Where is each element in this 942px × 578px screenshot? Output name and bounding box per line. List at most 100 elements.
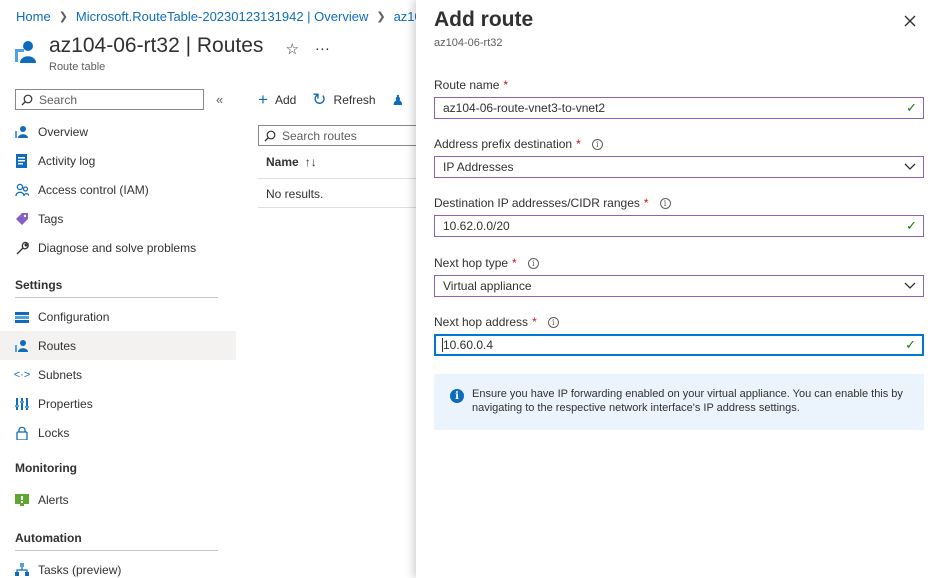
sidebar-item-locks[interactable]: Locks [0, 418, 236, 447]
next-hop-type-label: Next hop type [434, 256, 509, 270]
wrench-icon [15, 241, 29, 255]
info-icon[interactable]: i [527, 257, 539, 269]
favorite-star-icon[interactable]: ☆ [285, 40, 298, 58]
add-label: Add [274, 92, 297, 107]
next-hop-address-field: Next hop address * i 10.60.0.4 ✓ [434, 315, 924, 356]
sidebar-item-tasks[interactable]: Tasks (preview) [0, 555, 236, 578]
activity-log-icon [15, 153, 29, 168]
info-banner-text: Ensure you have IP forwarding enabled on… [472, 388, 903, 414]
checkmark-icon: ✓ [906, 218, 917, 233]
chevron-right-icon: ❯ [376, 11, 386, 23]
refresh-icon: ↻ [312, 90, 327, 109]
destination-ip-input[interactable]: 10.62.0.0/20 ✓ [434, 215, 924, 237]
sidebar-item-diagnose[interactable]: Diagnose and solve problems [0, 233, 236, 262]
route-table-icon [14, 39, 40, 65]
route-name-label: Route name [434, 78, 500, 92]
required-indicator: * [576, 137, 581, 151]
route-name-input[interactable]: az104-06-route-vnet3-to-vnet2 ✓ [434, 97, 924, 119]
refresh-label: Refresh [333, 92, 376, 107]
route-table-icon [15, 125, 29, 139]
chevron-down-icon [904, 163, 916, 170]
ip-forwarding-info-banner: i Ensure you have IP forwarding enabled … [434, 374, 924, 430]
sidebar-item-label: Tasks (preview) [38, 562, 122, 577]
info-icon[interactable]: i [659, 197, 671, 209]
page-title: az104-06-rt32 | Routes [49, 34, 264, 57]
sidebar-section-settings: Settings [0, 262, 236, 298]
next-hop-type-dropdown[interactable]: Virtual appliance [434, 275, 924, 297]
close-icon[interactable] [902, 13, 918, 29]
destination-ip-field: Destination IP addresses/CIDR ranges * i… [434, 196, 924, 237]
sidebar-item-label: Subnets [38, 367, 83, 382]
section-name: Routes [196, 34, 264, 57]
properties-icon [15, 397, 29, 411]
address-prefix-dropdown[interactable]: IP Addresses [434, 156, 924, 178]
tag-icon [15, 212, 29, 226]
info-icon[interactable]: i [591, 138, 603, 150]
resource-type-label: Route table [49, 61, 106, 73]
required-indicator: * [532, 315, 537, 329]
more-options-icon[interactable]: ··· [315, 40, 330, 58]
page-header: az104-06-rt32 | Routes Route table ☆ ··· [14, 34, 330, 73]
sidebar-item-label: Alerts [38, 492, 69, 507]
configuration-icon [15, 310, 29, 324]
info-icon[interactable]: i [547, 316, 559, 328]
sidebar-item-label: Routes [38, 338, 77, 353]
required-indicator: * [503, 78, 509, 92]
sidebar-section-automation: Automation [0, 514, 236, 551]
search-icon [264, 130, 276, 141]
panel-subtitle: az104-06-rt32 [434, 37, 503, 49]
info-icon: i [450, 389, 464, 403]
column-label: Name [266, 155, 299, 169]
destination-ip-label: Destination IP addresses/CIDR ranges [434, 196, 640, 210]
plus-icon: + [258, 90, 268, 109]
breadcrumb-home-link[interactable]: Home [16, 9, 51, 24]
breadcrumb-overview-link[interactable]: Microsoft.RouteTable-20230123131942 | Ov… [76, 9, 368, 24]
section-title: Settings [15, 278, 63, 292]
route-name-value: az104-06-route-vnet3-to-vnet2 [443, 101, 606, 115]
tasks-icon [15, 562, 29, 577]
name-column-header[interactable]: Name ↑↓ [258, 146, 416, 179]
refresh-button[interactable]: ↻ Refresh [312, 91, 375, 108]
search-icon [21, 94, 33, 105]
checkmark-icon: ✓ [905, 337, 916, 352]
sidebar-item-tags[interactable]: Tags [0, 204, 236, 233]
chevron-right-icon: ❯ [58, 11, 68, 23]
sidebar-item-access-control[interactable]: Access control (IAM) [0, 175, 236, 204]
sidebar-item-configuration[interactable]: Configuration [0, 302, 236, 331]
sidebar-search-input[interactable]: Search [15, 89, 204, 110]
sidebar-item-alerts[interactable]: Alerts [0, 485, 236, 514]
sidebar-item-label: Activity log [38, 153, 96, 168]
next-hop-type-value: Virtual appliance [443, 279, 532, 293]
route-name-field: Route name * az104-06-route-vnet3-to-vne… [434, 78, 924, 119]
subnet-icon: <·> [13, 368, 31, 381]
resource-name: az104-06-rt32 [49, 34, 180, 57]
command-bar: + Add ↻ Refresh ♟ [258, 91, 404, 108]
sidebar-item-label: Overview [38, 124, 89, 139]
breadcrumb: Home ❯ Microsoft.RouteTable-202301231319… [16, 9, 448, 24]
sidebar-nav: Overview Activity log Access control (IA… [0, 117, 236, 578]
next-hop-address-value: 10.60.0.4 [443, 337, 494, 352]
required-indicator: * [643, 196, 649, 210]
sidebar-search-placeholder: Search [39, 92, 78, 107]
sidebar-item-label: Tags [38, 211, 64, 226]
sidebar-item-activity-log[interactable]: Activity log [0, 146, 236, 175]
next-hop-type-field: Next hop type * i Virtual appliance [434, 256, 924, 297]
chevron-down-icon [904, 282, 916, 289]
sort-icon: ↑↓ [304, 155, 317, 169]
add-button[interactable]: + Add [258, 91, 296, 108]
sidebar-item-overview[interactable]: Overview [0, 117, 236, 146]
next-hop-address-input[interactable]: 10.60.0.4 ✓ [434, 334, 924, 356]
section-title: Monitoring [15, 461, 77, 475]
collapse-menu-icon[interactable]: « [216, 92, 223, 107]
routes-search-input[interactable]: Search routes [258, 125, 418, 146]
sidebar-item-subnets[interactable]: <·> Subnets [0, 360, 236, 389]
sidebar-item-label: Locks [38, 425, 70, 440]
routes-search-placeholder: Search routes [282, 128, 357, 143]
sidebar-item-label: Configuration [38, 309, 110, 324]
sidebar-item-properties[interactable]: Properties [0, 389, 236, 418]
sidebar-item-label: Properties [38, 396, 93, 411]
add-route-panel: Add route az104-06-rt32 Route name * az1… [416, 0, 942, 578]
address-prefix-label: Address prefix destination [434, 137, 573, 151]
feedback-button[interactable]: ♟ [392, 93, 405, 107]
sidebar-item-routes[interactable]: Routes [0, 331, 236, 360]
